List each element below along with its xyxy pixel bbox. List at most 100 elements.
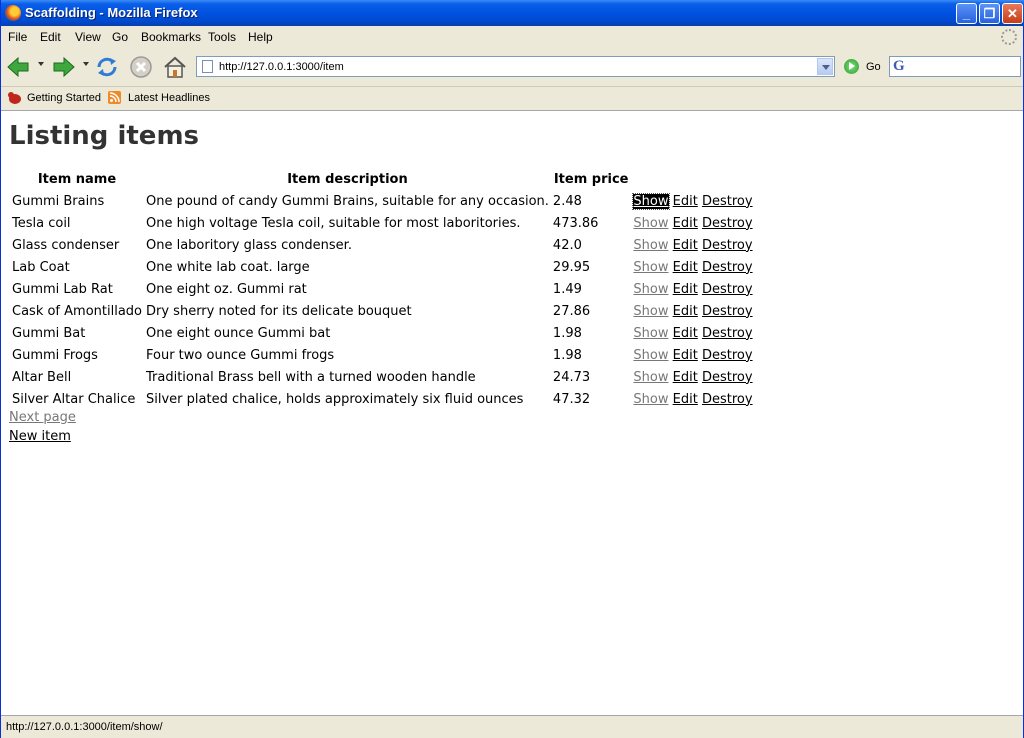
show-link[interactable]: Show xyxy=(633,392,668,407)
destroy-link[interactable]: Destroy xyxy=(702,326,753,341)
bookmarks-toolbar: Getting Started Latest Headlines xyxy=(1,87,1023,111)
menu-tools[interactable]: Tools xyxy=(208,30,236,44)
navigation-toolbar: Go G xyxy=(1,48,1023,87)
item-actions-cell: Show Edit Destroy xyxy=(632,389,753,409)
menu-bookmarks[interactable]: Bookmarks xyxy=(141,30,201,44)
url-dropdown-icon[interactable] xyxy=(817,58,833,75)
status-text: http://127.0.0.1:3000/item/show/ xyxy=(6,721,163,733)
go-icon[interactable] xyxy=(844,59,859,74)
destroy-link[interactable]: Destroy xyxy=(702,238,753,253)
table-row: Tesla coil One high voltage Tesla coil, s… xyxy=(11,213,754,233)
getting-started-icon xyxy=(8,92,21,104)
url-input[interactable] xyxy=(219,58,809,75)
destroy-link[interactable]: Destroy xyxy=(702,260,753,275)
item-price-cell: 29.95 xyxy=(552,259,591,275)
throbber-icon xyxy=(1001,29,1017,45)
bookmark-getting-started[interactable]: Getting Started xyxy=(27,92,101,104)
destroy-link[interactable]: Destroy xyxy=(702,392,753,407)
destroy-link[interactable]: Destroy xyxy=(702,304,753,319)
edit-link[interactable]: Edit xyxy=(673,326,698,341)
table-row: Lab Coat One white lab coat. large 29.95 Sh… xyxy=(11,257,754,277)
show-link[interactable]: Show xyxy=(632,192,670,210)
item-description-cell: One eight ounce Gummi bat xyxy=(146,325,331,341)
firefox-icon xyxy=(5,5,21,21)
stop-icon[interactable] xyxy=(128,54,154,80)
edit-link[interactable]: Edit xyxy=(673,282,698,297)
table-header-row: Item name Item description Item price xyxy=(11,169,754,189)
restore-button[interactable]: ❐ xyxy=(979,3,1000,24)
edit-link[interactable]: Edit xyxy=(673,348,698,363)
item-description-cell: Silver plated chalice, holds approximate… xyxy=(146,391,524,407)
show-link[interactable]: Show xyxy=(633,216,668,231)
close-button[interactable]: ✕ xyxy=(1002,3,1023,24)
item-name-cell: Gummi Brains xyxy=(12,193,105,209)
show-link[interactable]: Show xyxy=(633,304,668,319)
table-row: Gummi Frogs Four two ounce Gummi frogs 1.9… xyxy=(11,345,754,365)
go-label[interactable]: Go xyxy=(866,61,881,73)
edit-link[interactable]: Edit xyxy=(673,238,698,253)
new-item-link[interactable]: New item xyxy=(9,429,71,444)
menu-go[interactable]: Go xyxy=(112,30,128,44)
forward-dropdown-icon[interactable] xyxy=(83,62,89,66)
edit-link[interactable]: Edit xyxy=(673,216,698,231)
edit-link[interactable]: Edit xyxy=(673,370,698,385)
table-body: Gummi Brains One pound of candy Gummi Bra… xyxy=(11,191,754,409)
edit-link[interactable]: Edit xyxy=(673,304,698,319)
item-price-cell: 24.73 xyxy=(552,369,591,385)
destroy-link[interactable]: Destroy xyxy=(702,370,753,385)
back-arrow-icon[interactable] xyxy=(5,54,31,80)
destroy-link[interactable]: Destroy xyxy=(702,348,753,363)
back-dropdown-icon[interactable] xyxy=(38,62,44,66)
item-actions-cell: Show Edit Destroy xyxy=(632,301,753,321)
show-link[interactable]: Show xyxy=(633,260,668,275)
edit-link[interactable]: Edit xyxy=(673,260,698,275)
title-bar: Scaffolding - Mozilla Firefox _ ❐ ✕ xyxy=(1,0,1024,26)
table-row: Cask of Amontillado Dry sherry noted for … xyxy=(11,301,754,321)
item-price-cell: 1.98 xyxy=(552,325,582,341)
edit-link[interactable]: Edit xyxy=(673,392,698,407)
destroy-link[interactable]: Destroy xyxy=(702,216,753,231)
item-actions-cell: Show Edit Destroy xyxy=(632,279,753,299)
destroy-link[interactable]: Destroy xyxy=(702,282,753,297)
show-link[interactable]: Show xyxy=(633,238,668,253)
search-box[interactable]: G xyxy=(889,56,1021,77)
show-link[interactable]: Show xyxy=(633,348,668,363)
home-icon[interactable] xyxy=(162,54,188,80)
item-description-cell: One pound of candy Gummi Brains, suitabl… xyxy=(146,193,549,209)
item-price-cell: 1.98 xyxy=(552,347,582,363)
table-row: Gummi Bat One eight ounce Gummi bat 1.98 Sh… xyxy=(11,323,754,343)
reload-icon[interactable] xyxy=(94,54,120,80)
minimize-button[interactable]: _ xyxy=(956,3,977,24)
item-name-cell: Lab Coat xyxy=(12,259,70,275)
forward-arrow-icon[interactable] xyxy=(51,54,77,80)
item-description-cell: Dry sherry noted for its delicate bouque… xyxy=(146,303,412,319)
menu-view[interactable]: View xyxy=(75,30,101,44)
item-actions-cell: Show Edit Destroy xyxy=(632,345,753,365)
item-name-cell: Gummi Frogs xyxy=(12,347,98,363)
google-search-icon[interactable]: G xyxy=(893,58,905,75)
item-actions-cell: Show Edit Destroy xyxy=(632,235,753,255)
next-page-link[interactable]: Next page xyxy=(9,410,76,425)
table-row: Gummi Lab Rat One eight oz. Gummi rat 1.49… xyxy=(11,279,754,299)
menu-file[interactable]: File xyxy=(8,30,27,44)
item-price-cell: 27.86 xyxy=(552,303,591,319)
item-actions-cell: Show Edit Destroy xyxy=(632,367,753,387)
column-header-item-price: Item price xyxy=(553,171,629,187)
show-link[interactable]: Show xyxy=(633,326,668,341)
item-actions-cell: Show Edit Destroy xyxy=(632,213,753,233)
url-bar[interactable] xyxy=(196,56,835,77)
show-link[interactable]: Show xyxy=(633,282,668,297)
item-description-cell: Four two ounce Gummi frogs xyxy=(146,347,335,363)
edit-link[interactable]: Edit xyxy=(673,194,698,209)
status-bar: http://127.0.0.1:3000/item/show/ xyxy=(1,715,1023,738)
bookmark-latest-headlines[interactable]: Latest Headlines xyxy=(128,92,210,104)
destroy-link[interactable]: Destroy xyxy=(702,194,753,209)
item-price-cell: 2.48 xyxy=(552,193,582,209)
show-link[interactable]: Show xyxy=(633,370,668,385)
item-name-cell: Cask of Amontillado xyxy=(12,303,142,319)
menu-help[interactable]: Help xyxy=(248,30,273,44)
menu-edit[interactable]: Edit xyxy=(40,30,61,44)
item-price-cell: 47.32 xyxy=(552,391,591,407)
item-actions-cell: Show Edit Destroy xyxy=(632,257,753,277)
item-name-cell: Gummi Bat xyxy=(12,325,86,341)
